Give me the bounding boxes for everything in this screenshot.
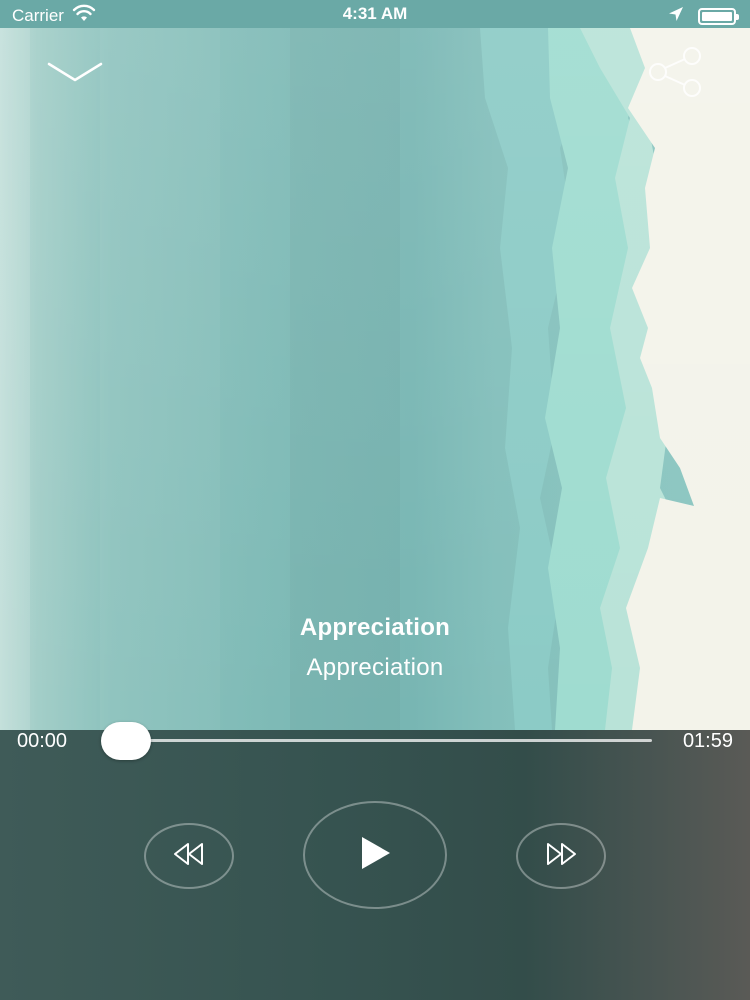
status-bar: Carrier 4:31 AM xyxy=(0,0,750,28)
collapse-button[interactable] xyxy=(44,50,106,90)
total-time: 01:59 xyxy=(682,730,733,752)
progress-thumb[interactable] xyxy=(101,722,151,760)
battery-icon xyxy=(698,8,739,25)
fast-forward-icon xyxy=(543,840,579,873)
play-button[interactable] xyxy=(303,801,447,909)
status-right xyxy=(668,6,739,27)
player-controls: 00:00 01:59 xyxy=(0,722,750,1000)
share-icon xyxy=(644,47,708,104)
current-time: 00:00 xyxy=(17,730,68,752)
location-arrow-icon xyxy=(668,6,684,27)
track-artist: Appreciation xyxy=(306,654,444,681)
chevron-down-icon xyxy=(44,62,106,94)
status-time: 4:31 AM xyxy=(342,4,408,23)
rewind-icon xyxy=(171,840,207,873)
share-button[interactable] xyxy=(644,44,708,100)
progress-track[interactable] xyxy=(122,739,652,742)
rewind-button[interactable] xyxy=(144,823,234,889)
fast-forward-button[interactable] xyxy=(516,823,606,889)
play-icon xyxy=(358,835,392,876)
track-title: Appreciation xyxy=(299,614,451,641)
